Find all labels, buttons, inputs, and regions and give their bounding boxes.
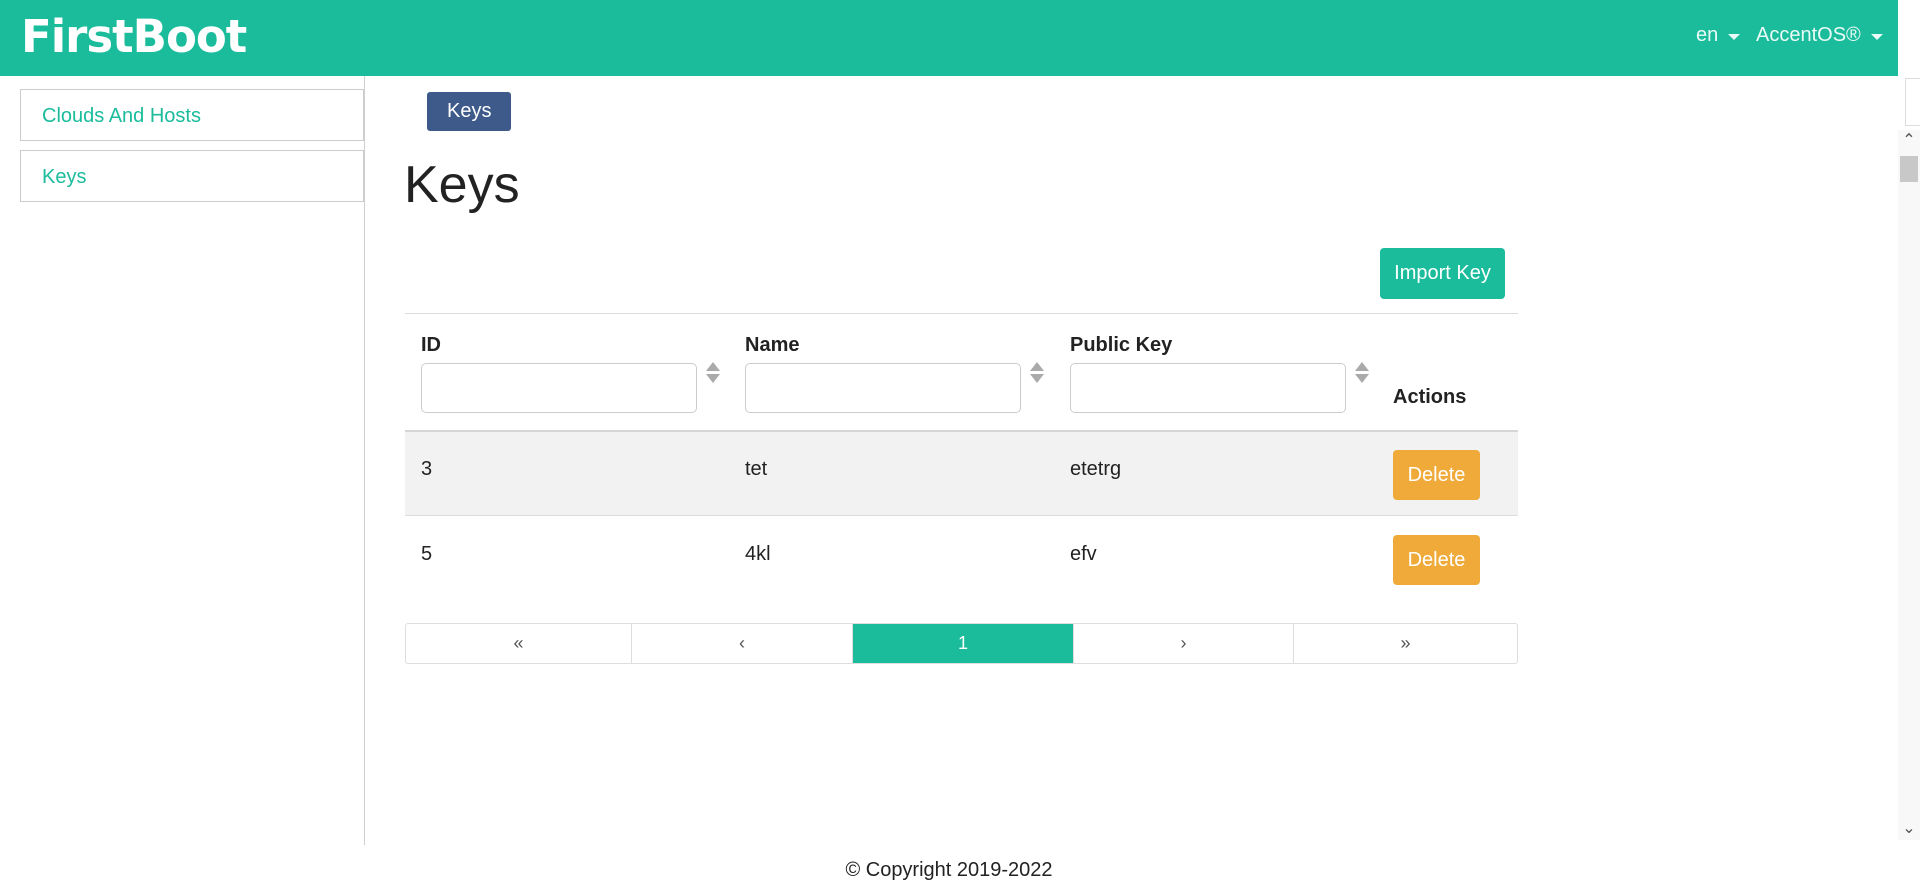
name-filter-input[interactable] <box>745 363 1021 413</box>
delete-button[interactable]: Delete <box>1393 535 1480 585</box>
page-title: Keys <box>404 156 520 214</box>
edge-panel <box>1905 78 1920 126</box>
cell-id: 5 <box>421 543 433 565</box>
page-current-button[interactable]: 1 <box>853 624 1074 663</box>
vertical-scrollbar[interactable]: ⌃ ⌄ <box>1898 130 1920 840</box>
column-header-id: ID <box>421 334 441 356</box>
sidebar-item-clouds-and-hosts[interactable]: Clouds And Hosts <box>20 89 364 141</box>
delete-button[interactable]: Delete <box>1393 450 1480 500</box>
table-row: 5 4kl efv Delete <box>405 517 1518 601</box>
scroll-down-icon[interactable]: ⌄ <box>1898 818 1920 840</box>
page-prev-button[interactable]: ‹ <box>632 624 853 663</box>
public-key-filter-input[interactable] <box>1070 363 1346 413</box>
table-row: 3 tet etetrg Delete <box>405 432 1518 516</box>
scroll-thumb[interactable] <box>1900 156 1918 182</box>
sidebar: Clouds And Hosts Keys <box>20 89 364 211</box>
cell-id: 3 <box>421 458 433 480</box>
product-label: AccentOS® <box>1756 24 1861 46</box>
cell-name: 4kl <box>745 543 771 565</box>
page-next-button[interactable]: › <box>1074 624 1294 663</box>
scroll-up-icon[interactable]: ⌃ <box>1898 130 1920 152</box>
caret-down-icon <box>1870 33 1883 40</box>
language-dropdown[interactable]: en <box>1696 24 1741 47</box>
import-key-button[interactable]: Import Key <box>1380 248 1505 299</box>
page-first-button[interactable]: « <box>406 624 632 663</box>
language-label: en <box>1696 24 1719 46</box>
top-navbar: FirstBoot en AccentOS® <box>0 0 1898 76</box>
column-header-actions: Actions <box>1393 386 1467 408</box>
caret-down-icon <box>1728 33 1741 40</box>
sort-public-key-icon[interactable] <box>1355 362 1369 386</box>
table-top-divider <box>405 313 1518 314</box>
id-filter-input[interactable] <box>421 363 697 413</box>
cell-name: tet <box>745 458 768 480</box>
cell-public-key: efv <box>1070 543 1097 565</box>
sort-id-icon[interactable] <box>706 362 720 386</box>
column-header-name: Name <box>745 334 800 356</box>
brand-logo[interactable]: FirstBoot <box>21 10 247 63</box>
product-dropdown[interactable]: AccentOS® <box>1756 24 1883 47</box>
sort-name-icon[interactable] <box>1030 362 1044 386</box>
footer-copyright: © Copyright 2019-2022 <box>845 859 1053 881</box>
sidebar-item-keys[interactable]: Keys <box>20 150 364 202</box>
column-header-public-key: Public Key <box>1070 334 1173 356</box>
page-last-button[interactable]: » <box>1294 624 1517 663</box>
sidebar-divider <box>364 76 365 845</box>
pagination: « ‹ 1 › » <box>405 623 1518 664</box>
breadcrumb-keys[interactable]: Keys <box>427 92 512 131</box>
cell-public-key: etetrg <box>1070 458 1122 480</box>
